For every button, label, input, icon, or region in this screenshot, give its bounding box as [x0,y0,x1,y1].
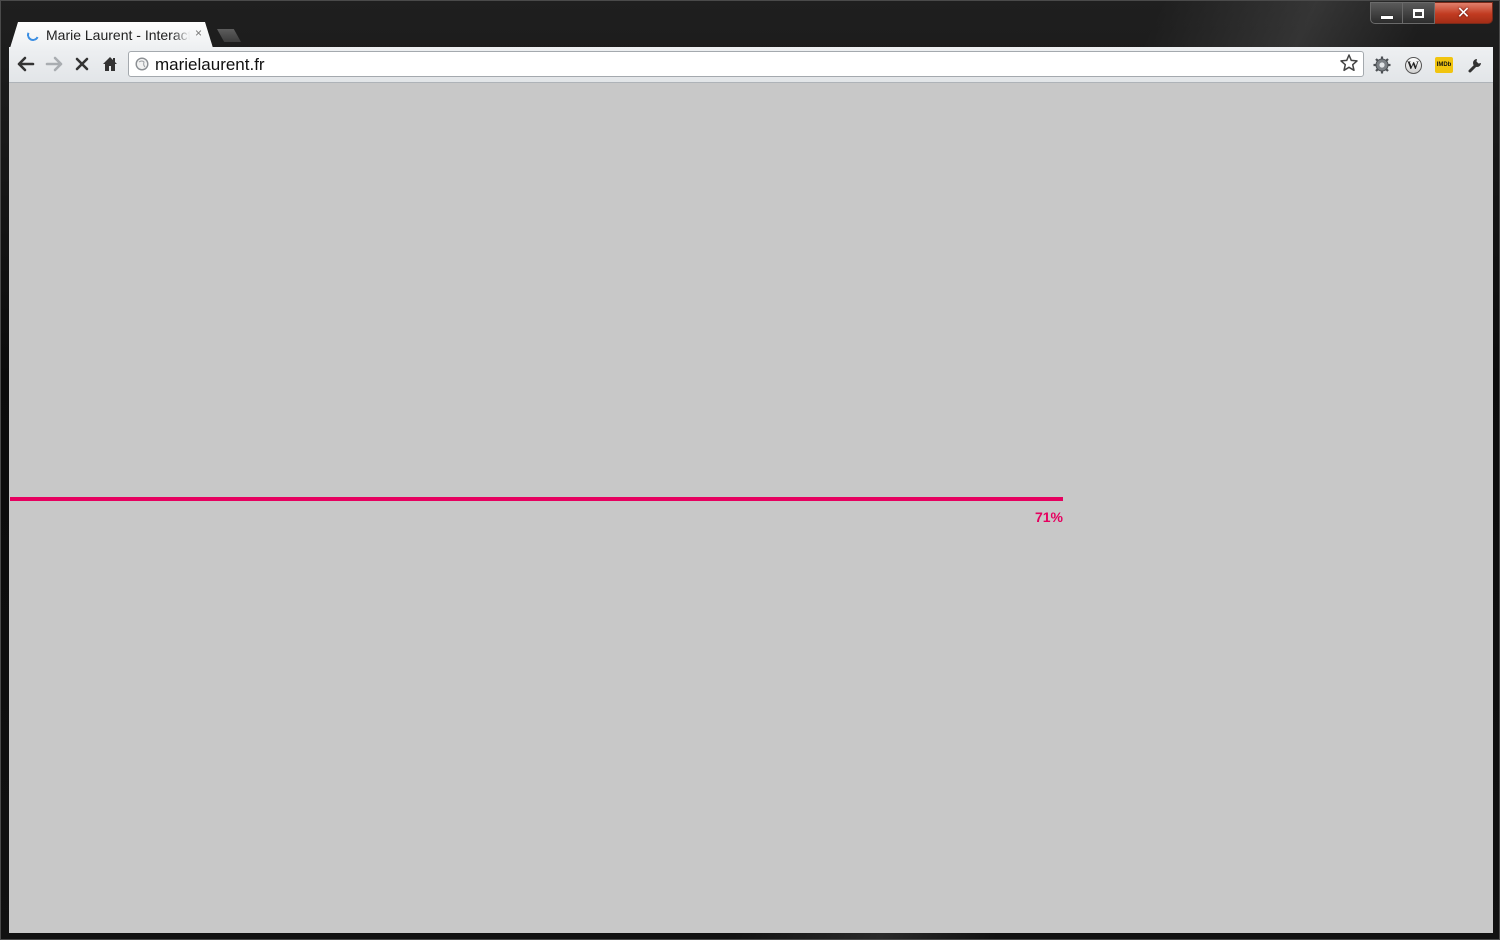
url-text[interactable]: marielaurent.fr [155,55,265,75]
menu-button[interactable] [1465,55,1485,75]
page-content: 71% [9,83,1493,933]
wikipedia-icon: W [1404,56,1422,74]
star-icon[interactable] [1339,53,1359,73]
home-icon [103,57,117,71]
tab-active[interactable]: Marie Laurent - Interactive × [10,22,213,48]
loading-spinner-icon [25,27,40,42]
maximize-icon [1413,8,1424,18]
loading-progress-label: 71% [1034,509,1063,525]
gear-extension-icon[interactable] [1372,55,1392,75]
stop-button[interactable] [71,53,93,75]
loading-progress-bar [10,497,1063,501]
forward-arrow-icon [45,56,63,72]
wikipedia-extension-icon[interactable]: W [1403,55,1423,75]
stop-icon [75,57,89,71]
new-tab-button[interactable] [217,29,241,42]
close-icon: ✕ [1456,3,1471,22]
maximize-button[interactable] [1403,2,1435,24]
minimize-button[interactable] [1370,2,1403,24]
back-arrow-icon [17,56,35,72]
window-controls: ✕ [1370,2,1493,24]
browser-toolbar: marielaurent.fr W IMDb [9,47,1493,83]
browser-window: ✕ Marie Laurent - Interactive × [0,0,1500,940]
back-button[interactable] [15,53,37,75]
home-button[interactable] [99,53,121,75]
imdb-icon: IMDb [1435,57,1453,73]
address-bar[interactable]: marielaurent.fr [128,51,1364,77]
close-window-button[interactable]: ✕ [1435,2,1493,24]
page-info-icon[interactable] [135,57,149,71]
wrench-icon [1468,59,1481,73]
forward-button[interactable] [43,53,65,75]
imdb-extension-icon[interactable]: IMDb [1434,55,1454,75]
minimize-icon [1380,15,1393,19]
tab-close-icon[interactable]: × [195,26,202,40]
tab-title: Marie Laurent - Interactive [46,27,190,43]
gear-icon [1373,56,1391,74]
